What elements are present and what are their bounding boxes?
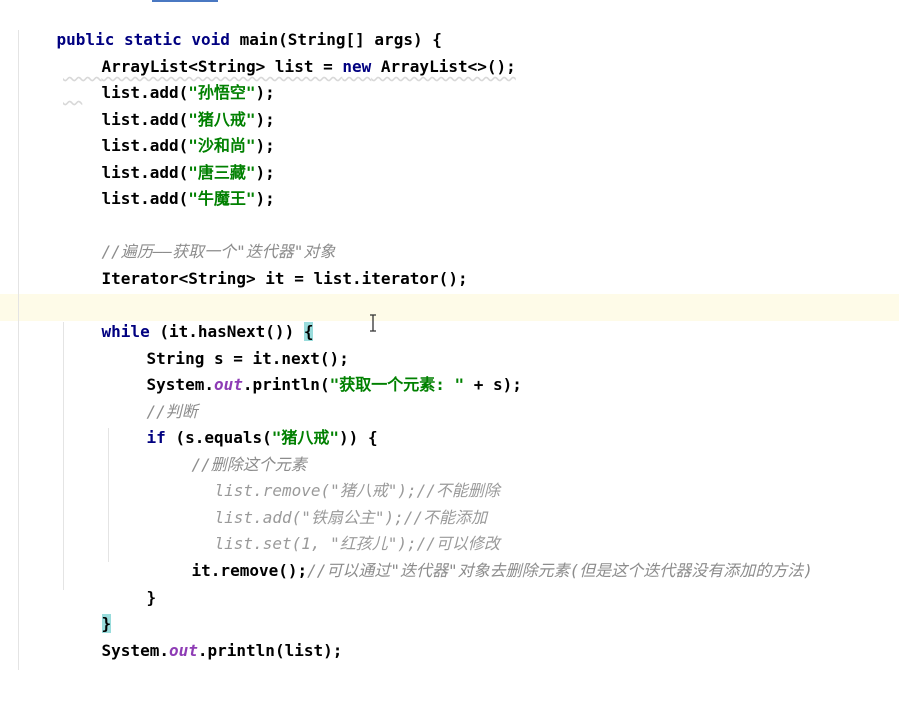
code-line[interactable]: } — [63, 588, 112, 633]
code-line[interactable]: list.remove("猪八戒");//不能删除 — [176, 455, 500, 500]
code-text: } — [146, 588, 157, 607]
code-line[interactable]: } — [18, 695, 66, 719]
code-line[interactable]: list.add("孙悟空"); — [63, 57, 275, 102]
text-cursor-icon — [370, 314, 376, 332]
indent-guide — [18, 30, 19, 670]
code-line[interactable]: Iterator<String> it = list.iterator(); — [63, 243, 468, 288]
code-line[interactable]: ArrayList<String> list = new ArrayList<>… — [63, 31, 516, 76]
code-text: it.remove(); — [191, 561, 308, 580]
static-field: out — [213, 375, 243, 394]
occurrence-marker — [152, 0, 218, 2]
code-text: list.add( — [101, 189, 189, 208]
code-line[interactable]: //遍历——获取一个"迭代器"对象 — [63, 216, 336, 261]
code-line[interactable]: list.set(1, "红孩儿");//可以修改 — [176, 508, 500, 553]
code-line[interactable]: list.add("牛魔王"); — [63, 163, 275, 208]
code-text: ArrayList<>(); — [371, 57, 516, 76]
code-line[interactable]: public static void main(String[] args) { — [18, 4, 442, 49]
code-line[interactable]: list.add("铁扇公主");//不能添加 — [176, 482, 488, 527]
code-line[interactable]: list.add("猪八戒"); — [63, 84, 275, 129]
code-line[interactable]: String s = it.next(); — [108, 323, 349, 368]
code-text: ); — [255, 189, 275, 208]
code-line[interactable]: } — [108, 562, 157, 607]
code-line[interactable]: //删除这个元素 — [153, 429, 307, 474]
static-field: out — [168, 641, 198, 660]
code-text: + s); — [464, 375, 522, 394]
keyword: new — [342, 57, 372, 76]
string-literal: "牛魔王" — [188, 189, 256, 208]
code-text: .println( — [242, 375, 330, 394]
code-text: )) { — [339, 428, 378, 447]
code-line[interactable]: if (s.equals("猪八戒")) { — [108, 402, 378, 447]
code-line[interactable]: list.add("沙和尚"); — [63, 110, 275, 155]
code-line[interactable]: while (it.hasNext()) { — [63, 296, 314, 341]
code-line[interactable]: it.remove();//可以通过"迭代器"对象去删除元素(但是这个迭代器没有… — [153, 535, 813, 580]
code-text: Iterator<String> it = list.iterator(); — [101, 269, 468, 288]
string-literal: "获取一个元素: " — [329, 375, 465, 394]
code-line[interactable]: //判断 — [108, 376, 198, 421]
code-text: .println(list); — [197, 641, 343, 660]
code-editor[interactable]: public static void main(String[] args) {… — [0, 0, 899, 720]
code-text: System. — [101, 641, 169, 660]
code-line[interactable]: list.add("唐三藏"); — [63, 137, 275, 182]
code-line[interactable]: System.out.println("获取一个元素: " + s); — [108, 349, 522, 394]
code-line[interactable]: System.out.println(list); — [63, 615, 343, 660]
comment: //可以通过"迭代器"对象去删除元素(但是这个迭代器没有添加的方法) — [307, 561, 813, 580]
